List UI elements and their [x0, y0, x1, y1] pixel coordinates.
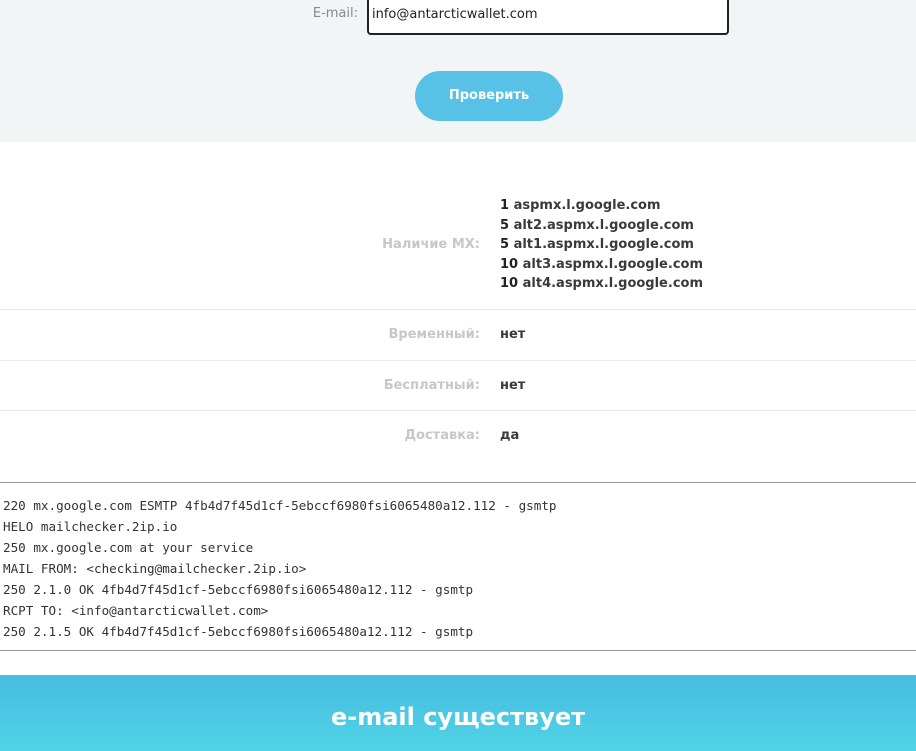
log-line: 250 2.1.0 OK 4fb4d7f45d1cf-5ebccf6980fsi… — [3, 582, 474, 597]
mx-record: 5 alt2.aspmx.l.google.com — [500, 217, 694, 233]
mx-record: 10 alt3.aspmx.l.google.com — [500, 256, 703, 272]
log-line: 250 2.1.5 OK 4fb4d7f45d1cf-5ebccf6980fsi… — [3, 624, 474, 639]
log-line: 220 mx.google.com ESMTP 4fb4d7f45d1cf-5e… — [3, 498, 557, 513]
mx-record: 1 aspmx.l.google.com — [500, 198, 661, 213]
check-button[interactable]: Проверить — [415, 71, 563, 121]
delivery-label: Доставка: — [404, 428, 480, 443]
smtp-log: 220 mx.google.com ESMTP 4fb4d7f45d1cf-5e… — [0, 482, 916, 651]
mx-record: 10 alt4.aspmx.l.google.com — [500, 276, 703, 292]
log-line: MAIL FROM: <checking@mailchecker.2ip.io> — [3, 561, 307, 576]
log-line: 250 mx.google.com at your service — [3, 540, 254, 555]
log-line: RCPT TO: <info@antarcticwallet.com> — [3, 603, 269, 618]
delivery-row: Доставка: да — [0, 411, 916, 471]
verdict-text: e-mail существует — [330, 703, 586, 731]
mx-row: Наличие MX: 1 aspmx.l.google.com 5 alt2.… — [0, 142, 916, 310]
delivery-value: да — [500, 428, 520, 443]
temporary-value: нет — [500, 327, 526, 342]
email-label: E-mail: — [312, 6, 358, 21]
free-value: нет — [500, 378, 526, 393]
temporary-row: Временный: нет — [0, 310, 916, 361]
free-row: Бесплатный: нет — [0, 361, 916, 411]
check-form: E-mail: info@antarcticwallet.com Провери… — [0, 0, 916, 142]
result-banner: e-mail существует — [0, 675, 916, 751]
mx-record: 5 alt1.aspmx.l.google.com — [500, 237, 694, 253]
free-label: Бесплатный: — [383, 378, 480, 393]
log-line: HELO mailchecker.2ip.io — [3, 519, 178, 534]
temporary-label: Временный: — [388, 327, 480, 342]
email-input[interactable]: info@antarcticwallet.com — [367, 0, 729, 35]
mx-label: Наличие MX: — [382, 237, 480, 252]
mx-records: 1 aspmx.l.google.com 5 alt2.aspmx.l.goog… — [500, 196, 703, 294]
